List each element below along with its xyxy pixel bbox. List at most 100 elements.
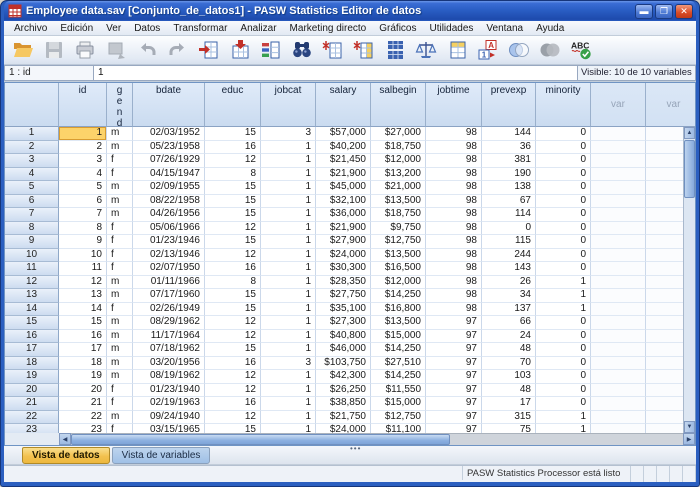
- data-cell[interactable]: 143: [482, 262, 536, 276]
- column-header-var-1[interactable]: var: [591, 83, 646, 127]
- data-cell[interactable]: 97: [426, 316, 482, 330]
- data-cell[interactable]: $32,100: [316, 195, 371, 209]
- data-cell[interactable]: 23: [59, 424, 107, 433]
- data-cell[interactable]: 8: [205, 168, 261, 182]
- row-header[interactable]: 21: [5, 397, 59, 411]
- data-cell[interactable]: 8: [59, 222, 107, 236]
- empty-cell[interactable]: [591, 276, 646, 290]
- menu-item-datos[interactable]: Datos: [128, 22, 166, 35]
- data-cell[interactable]: $38,850: [316, 397, 371, 411]
- data-cell[interactable]: $27,750: [316, 289, 371, 303]
- data-cell[interactable]: $21,900: [316, 168, 371, 182]
- row-header[interactable]: 3: [5, 154, 59, 168]
- data-cell[interactable]: f: [107, 235, 133, 249]
- data-cell[interactable]: 15: [205, 289, 261, 303]
- insert-cases-button[interactable]: [319, 37, 346, 63]
- data-cell[interactable]: 02/19/1963: [133, 397, 205, 411]
- data-cell[interactable]: 1: [536, 424, 591, 433]
- row-header[interactable]: 11: [5, 262, 59, 276]
- row-header[interactable]: 16: [5, 330, 59, 344]
- empty-cell[interactable]: [591, 127, 646, 141]
- empty-cell[interactable]: [591, 424, 646, 433]
- empty-cell[interactable]: [591, 289, 646, 303]
- data-cell[interactable]: $24,000: [316, 424, 371, 433]
- split-file-button[interactable]: [381, 37, 408, 63]
- use-variable-sets-button[interactable]: [505, 37, 532, 63]
- open-file-button[interactable]: [9, 37, 36, 63]
- value-labels-button[interactable]: A1: [474, 37, 501, 63]
- data-cell[interactable]: 08/19/1962: [133, 370, 205, 384]
- column-header-var-2[interactable]: var: [646, 83, 696, 127]
- data-cell[interactable]: 07/18/1962: [133, 343, 205, 357]
- horizontal-scroll-thumb[interactable]: [71, 434, 450, 445]
- data-cell[interactable]: 1: [59, 127, 107, 141]
- data-cell[interactable]: 1: [261, 195, 316, 209]
- data-cell[interactable]: 16: [205, 397, 261, 411]
- data-cell[interactable]: $103,750: [316, 357, 371, 371]
- data-cell[interactable]: 07/26/1929: [133, 154, 205, 168]
- data-cell[interactable]: m: [107, 181, 133, 195]
- data-cell[interactable]: 22: [59, 411, 107, 425]
- row-header[interactable]: 7: [5, 208, 59, 222]
- row-header[interactable]: 20: [5, 384, 59, 398]
- empty-cell[interactable]: [591, 411, 646, 425]
- data-cell[interactable]: 103: [482, 370, 536, 384]
- row-header[interactable]: 4: [5, 168, 59, 182]
- column-header-gender[interactable]: gender: [107, 83, 133, 127]
- save-button[interactable]: [40, 37, 67, 63]
- vertical-scrollbar[interactable]: ▲ ▼: [683, 127, 695, 433]
- data-cell[interactable]: 1: [536, 289, 591, 303]
- data-cell[interactable]: 98: [426, 289, 482, 303]
- data-cell[interactable]: 98: [426, 127, 482, 141]
- data-cell[interactable]: $12,000: [371, 276, 426, 290]
- data-cell[interactable]: 1: [261, 343, 316, 357]
- menu-item-ayuda[interactable]: Ayuda: [530, 22, 570, 35]
- data-cell[interactable]: 16: [205, 141, 261, 155]
- row-header[interactable]: 13: [5, 289, 59, 303]
- data-cell[interactable]: 02/13/1946: [133, 249, 205, 263]
- show-all-variables-button[interactable]: [536, 37, 563, 63]
- empty-cell[interactable]: [591, 343, 646, 357]
- row-header[interactable]: 19: [5, 370, 59, 384]
- row-header[interactable]: 6: [5, 195, 59, 209]
- data-cell[interactable]: m: [107, 370, 133, 384]
- menu-item-transformar[interactable]: Transformar: [167, 22, 233, 35]
- data-cell[interactable]: 15: [205, 127, 261, 141]
- data-cell[interactable]: 11/17/1964: [133, 330, 205, 344]
- data-cell[interactable]: 16: [205, 357, 261, 371]
- column-header-minority[interactable]: minority: [536, 83, 591, 127]
- data-cell[interactable]: f: [107, 222, 133, 236]
- data-cell[interactable]: 12: [205, 154, 261, 168]
- data-cell[interactable]: $14,250: [371, 289, 426, 303]
- data-cell[interactable]: 97: [426, 384, 482, 398]
- data-cell[interactable]: 03/20/1956: [133, 357, 205, 371]
- data-cell[interactable]: 07/17/1960: [133, 289, 205, 303]
- data-cell[interactable]: 0: [536, 127, 591, 141]
- data-cell[interactable]: 98: [426, 235, 482, 249]
- data-cell[interactable]: 97: [426, 411, 482, 425]
- data-cell[interactable]: 0: [536, 154, 591, 168]
- data-cell[interactable]: 1: [261, 289, 316, 303]
- data-cell[interactable]: 1: [261, 316, 316, 330]
- close-button[interactable]: ✕: [675, 4, 693, 19]
- data-cell[interactable]: f: [107, 249, 133, 263]
- data-cell[interactable]: 17: [59, 343, 107, 357]
- data-cell[interactable]: 09/24/1940: [133, 411, 205, 425]
- data-cell[interactable]: $12,750: [371, 235, 426, 249]
- data-cell[interactable]: 138: [482, 181, 536, 195]
- data-cell[interactable]: 15: [205, 235, 261, 249]
- data-cell[interactable]: m: [107, 357, 133, 371]
- vertical-scroll-thumb[interactable]: [684, 140, 695, 198]
- goto-case-button[interactable]: [195, 37, 222, 63]
- data-cell[interactable]: 98: [426, 141, 482, 155]
- data-cell[interactable]: 0: [536, 168, 591, 182]
- data-cell[interactable]: 02/07/1950: [133, 262, 205, 276]
- data-cell[interactable]: 15: [205, 303, 261, 317]
- data-cell[interactable]: 97: [426, 343, 482, 357]
- row-header[interactable]: 1: [5, 127, 59, 141]
- data-cell[interactable]: $57,000: [316, 127, 371, 141]
- data-cell[interactable]: m: [107, 330, 133, 344]
- menu-item-archivo[interactable]: Archivo: [8, 22, 53, 35]
- data-cell[interactable]: 10: [59, 249, 107, 263]
- data-cell[interactable]: 12: [205, 316, 261, 330]
